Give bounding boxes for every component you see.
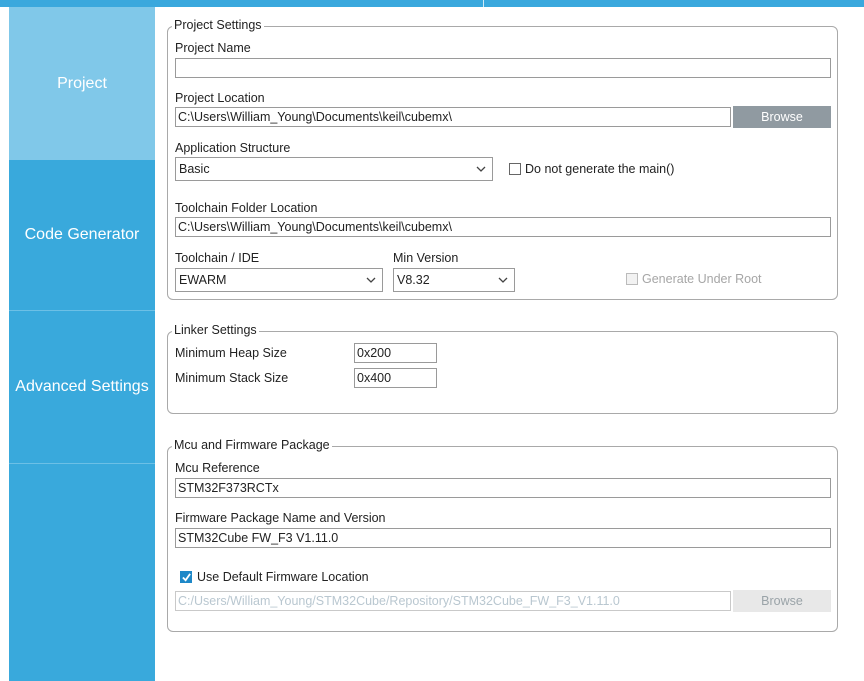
tab-project[interactable]: Project (9, 7, 155, 160)
min-version-label: Min Version (393, 251, 459, 265)
project-settings-legend: Project Settings (172, 18, 264, 32)
project-location-label: Project Location (175, 91, 265, 105)
toolchain-ide-select[interactable]: EWARM (175, 268, 383, 292)
mcu-reference-input[interactable]: STM32F373RCTx (175, 478, 831, 498)
project-name-label: Project Name (175, 41, 251, 55)
min-version-select[interactable]: V8.32 (393, 268, 515, 292)
tab-code-generator[interactable]: Code Generator (9, 160, 155, 311)
application-structure-value: Basic (179, 162, 210, 176)
stack-size-input[interactable]: 0x400 (354, 368, 437, 388)
application-structure-select[interactable]: Basic (175, 157, 493, 181)
top-accent-bar (0, 0, 864, 7)
no-main-label: Do not generate the main() (525, 162, 675, 176)
mcu-firmware-legend: Mcu and Firmware Package (172, 438, 332, 452)
project-settings-group: Project Settings Project Name Project Lo… (167, 18, 838, 300)
tab-advanced-settings[interactable]: Advanced Settings (9, 311, 155, 464)
use-default-location-label: Use Default Firmware Location (197, 570, 369, 584)
heap-size-label: Minimum Heap Size (175, 346, 287, 360)
firmware-package-label: Firmware Package Name and Version (175, 511, 386, 525)
tab-advanced-settings-label: Advanced Settings (15, 378, 149, 395)
min-version-value: V8.32 (397, 273, 430, 287)
generate-under-root-checkbox[interactable] (626, 273, 638, 285)
application-structure-label: Application Structure (175, 141, 291, 155)
stack-size-label: Minimum Stack Size (175, 371, 289, 385)
no-main-checkbox[interactable] (509, 163, 521, 175)
tab-code-generator-label: Code Generator (24, 226, 140, 243)
firmware-package-input[interactable]: STM32Cube FW_F3 V1.11.0 (175, 528, 831, 548)
firmware-location-input[interactable]: C:/Users/William_Young/STM32Cube/Reposit… (175, 591, 731, 611)
top-bar-divider (483, 0, 484, 7)
heap-size-input[interactable]: 0x200 (354, 343, 437, 363)
browse-firmware-location-button[interactable]: Browse (733, 590, 831, 612)
sidebar: Project Code Generator Advanced Settings (9, 7, 155, 681)
mcu-firmware-group: Mcu and Firmware Package Mcu Reference S… (167, 438, 838, 632)
linker-settings-group: Linker Settings Minimum Heap Size 0x200 … (167, 323, 838, 414)
toolchain-ide-label: Toolchain / IDE (175, 251, 260, 265)
chevron-down-icon (476, 166, 486, 172)
checkmark-icon (182, 573, 191, 582)
project-location-input[interactable]: C:\Users\William_Young\Documents\keil\cu… (175, 107, 731, 127)
toolchain-ide-value: EWARM (179, 273, 227, 287)
generate-under-root-label: Generate Under Root (642, 272, 762, 286)
toolchain-folder-label: Toolchain Folder Location (175, 201, 318, 215)
browse-project-location-button[interactable]: Browse (733, 106, 831, 128)
linker-settings-legend: Linker Settings (172, 323, 259, 337)
chevron-down-icon (498, 277, 508, 283)
tab-project-label: Project (57, 74, 107, 92)
use-default-location-checkbox[interactable] (180, 571, 192, 583)
project-name-input[interactable] (175, 58, 831, 78)
toolchain-folder-input[interactable]: C:\Users\William_Young\Documents\keil\cu… (175, 217, 831, 237)
mcu-reference-label: Mcu Reference (175, 461, 260, 475)
chevron-down-icon (366, 277, 376, 283)
